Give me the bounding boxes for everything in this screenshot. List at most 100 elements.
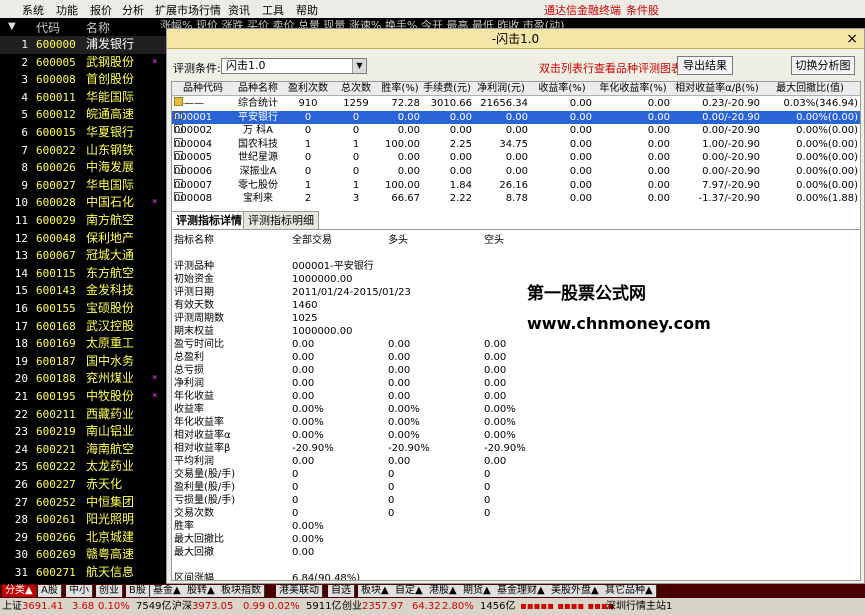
stock-row[interactable]: 16 600155 宝硕股份 [0, 300, 166, 318]
stock-code: 600115 [36, 266, 76, 280]
bottom-tab-7[interactable]: 板块指数 [218, 585, 265, 597]
stock-row[interactable]: 8 600026 中海发展 [0, 159, 166, 177]
column-header-4[interactable]: 胜率(%) [380, 82, 420, 96]
stock-code: 600067 [36, 249, 76, 263]
cell-dd: 0.00%(0.00) [796, 152, 858, 164]
document-icon [174, 151, 183, 161]
bottom-tab-6[interactable]: 股转▲ [184, 585, 219, 597]
table-row[interactable]: 000005 世纪星源 0 0 0.00 0.00 0.00 0.00 0.00 0.00/-20… [172, 151, 860, 165]
bottom-tab-5[interactable]: 基金▲ [150, 585, 185, 597]
table-row[interactable]: 000008 宝利来 2 3 66.67 2.22 8.78 0.00 0.00 -1.37/-2… [172, 192, 860, 206]
stock-row[interactable]: 2 600005 武钢股份 × [0, 54, 166, 72]
menu-item-1[interactable]: 功能 [56, 2, 78, 18]
column-header-9[interactable]: 相对收益率α/β(%) [674, 82, 760, 96]
column-header-7[interactable]: 收益率(%) [532, 82, 592, 96]
stock-row[interactable]: 30 600269 赣粤高速 [0, 546, 166, 564]
column-header-8[interactable]: 年化收益率(%) [596, 82, 670, 96]
stock-row[interactable]: 3 600008 首创股份 [0, 71, 166, 89]
stock-row[interactable]: 4 600011 华能国际 [0, 89, 166, 107]
stock-row[interactable]: 12 600048 保利地产 [0, 230, 166, 248]
cell-rel: -1.37/-20.90 [698, 193, 760, 205]
bottom-tab-0[interactable]: 分类▲ [2, 585, 37, 597]
close-icon[interactable]: × [846, 29, 858, 49]
stock-row[interactable]: 27 600252 中恒集团 [0, 494, 166, 512]
stock-row[interactable]: 1 600000 浦发银行 [0, 36, 166, 54]
menu-item-3[interactable]: 分析 [122, 2, 144, 18]
stock-row[interactable]: 5 600012 皖通高速 [0, 106, 166, 124]
table-row[interactable]: 000007 零七股份 1 1 100.00 1.84 26.16 0.00 0.00 7.97/… [172, 178, 860, 193]
column-header-3[interactable]: 总次数 [336, 82, 376, 96]
column-header-6[interactable]: 净利润(元) [474, 82, 528, 96]
dialog-title-bar[interactable]: -闪击1.0 × [167, 29, 864, 49]
detail-row: 最大回撤 0.00 [172, 546, 860, 559]
stock-row[interactable]: 7 600022 山东钢铁 [0, 142, 166, 160]
stock-row[interactable]: 15 600143 金发科技 [0, 282, 166, 300]
column-header-code[interactable]: 代码 [36, 19, 60, 36]
stock-row[interactable]: 21 600195 中牧股份 × [0, 388, 166, 406]
stock-row[interactable]: 19 600187 国中水务 [0, 353, 166, 371]
bottom-tab-4[interactable]: B股 [126, 585, 150, 597]
table-row[interactable]: ——— 综合统计 910 1259 72.28 3010.66 21656.34 0.00 0.… [172, 97, 860, 111]
menu-item-5[interactable]: 资讯 [228, 2, 250, 18]
table-row[interactable]: 000001 平安银行 0 0 0.00 0.00 0.00 0.00 0.00 0.00/-20… [172, 110, 860, 125]
stock-row[interactable]: 11 600029 南方航空 [0, 212, 166, 230]
column-header-name[interactable]: 名称 [86, 19, 110, 36]
bottom-tab-12[interactable]: 港股▲ [426, 585, 461, 597]
bottom-tab-13[interactable]: 期货▲ [460, 585, 495, 597]
column-header-0[interactable]: 品种代码 [174, 82, 232, 96]
stock-row[interactable]: 31 600271 航天信息 [0, 564, 166, 582]
stock-row[interactable]: 25 600222 太龙药业 [0, 458, 166, 476]
stock-row[interactable]: 28 600261 阳光照明 [0, 511, 166, 529]
condition-select[interactable]: 闪击1.0 ▼ [221, 58, 367, 74]
stock-row[interactable]: 26 600227 赤天化 [0, 476, 166, 494]
stock-row[interactable]: 22 600211 西藏药业 [0, 406, 166, 424]
bottom-tab-3[interactable]: 创业 [96, 585, 123, 597]
column-header-2[interactable]: 盈利次数 [284, 82, 332, 96]
stock-row[interactable]: 9 600027 华电国际 [0, 177, 166, 195]
column-header-10[interactable]: 最大回撤比(值) [762, 82, 858, 96]
menu-item-2[interactable]: 报价 [90, 2, 112, 18]
stock-row[interactable]: 6 600015 华夏银行 [0, 124, 166, 142]
stock-row[interactable]: 10 600028 中国石化 × [0, 194, 166, 212]
table-row[interactable]: 000006 深振业A 0 0 0.00 0.00 0.00 0.00 0.00 0.00/-20… [172, 165, 860, 179]
tab-0[interactable]: 评测指标详情 [171, 211, 247, 229]
column-header-1[interactable]: 品种名称 [234, 82, 282, 96]
signal-bars-icon: ▪▪▪▪▪ ▪▪▪▪ ▪▪▪▪ [520, 601, 615, 612]
switch-chart-button[interactable]: 切换分析图 [791, 56, 855, 75]
server-status[interactable]: 深圳行情主站1 [606, 598, 672, 615]
bottom-tab-9[interactable]: 自选 [328, 585, 355, 597]
bottom-tab-14[interactable]: 基金理财▲ [494, 585, 549, 597]
menu-item-7[interactable]: 帮助 [296, 2, 318, 18]
bottom-tab-1[interactable]: A股 [38, 585, 62, 597]
menu-item-0[interactable]: 系统 [22, 2, 44, 18]
bottom-tab-2[interactable]: 中小 [66, 585, 93, 597]
table-row[interactable]: 000004 国农科技 1 1 100.00 2.25 34.75 0.00 0.00 1.00/… [172, 137, 860, 152]
cell-total: 3 [352, 193, 360, 205]
stock-row[interactable]: 20 600188 兖州煤业 × [0, 370, 166, 388]
detail-cell-k: 总亏损 [174, 365, 204, 376]
bottom-tab-10[interactable]: 板块▲ [358, 585, 393, 597]
stock-row[interactable]: 23 600219 南山铝业 [0, 423, 166, 441]
bottom-tab-11[interactable]: 自定▲ [392, 585, 427, 597]
bottom-tab-15[interactable]: 美股外盘▲ [548, 585, 603, 597]
dropdown-arrow-icon[interactable]: ▼ [8, 21, 16, 32]
stock-row[interactable]: 14 600115 东方航空 [0, 265, 166, 283]
cell-win: 1 [304, 138, 312, 150]
stock-row[interactable]: 29 600266 北京城建 [0, 529, 166, 547]
stock-name: 中恒集团 [86, 494, 135, 509]
stock-row[interactable]: 18 600169 太原重工 [0, 335, 166, 353]
stock-row[interactable]: 17 600168 武汉控股 [0, 318, 166, 336]
stock-row[interactable]: 13 600067 冠城大通 [0, 247, 166, 265]
export-button[interactable]: 导出结果 [677, 56, 733, 75]
menu-item-4[interactable]: 扩展市场行情 [155, 2, 221, 18]
table-row[interactable]: 000002 万 科A 0 0 0.00 0.00 0.00 0.00 0.00 0.00/-20… [172, 124, 860, 138]
stock-name: 南山铝业 [86, 424, 135, 439]
bottom-tab-16[interactable]: 其它品种▲ [602, 585, 657, 597]
menu-item-6[interactable]: 工具 [262, 2, 284, 18]
tab-1[interactable]: 评测指标明细 [243, 211, 319, 229]
column-header-5[interactable]: 手续费(元) [422, 82, 472, 96]
chevron-down-icon[interactable]: ▼ [352, 59, 366, 73]
stock-index: 5 [21, 108, 28, 122]
bottom-tab-8[interactable]: 港美联动 [276, 585, 323, 597]
stock-row[interactable]: 24 600221 海南航空 [0, 441, 166, 459]
